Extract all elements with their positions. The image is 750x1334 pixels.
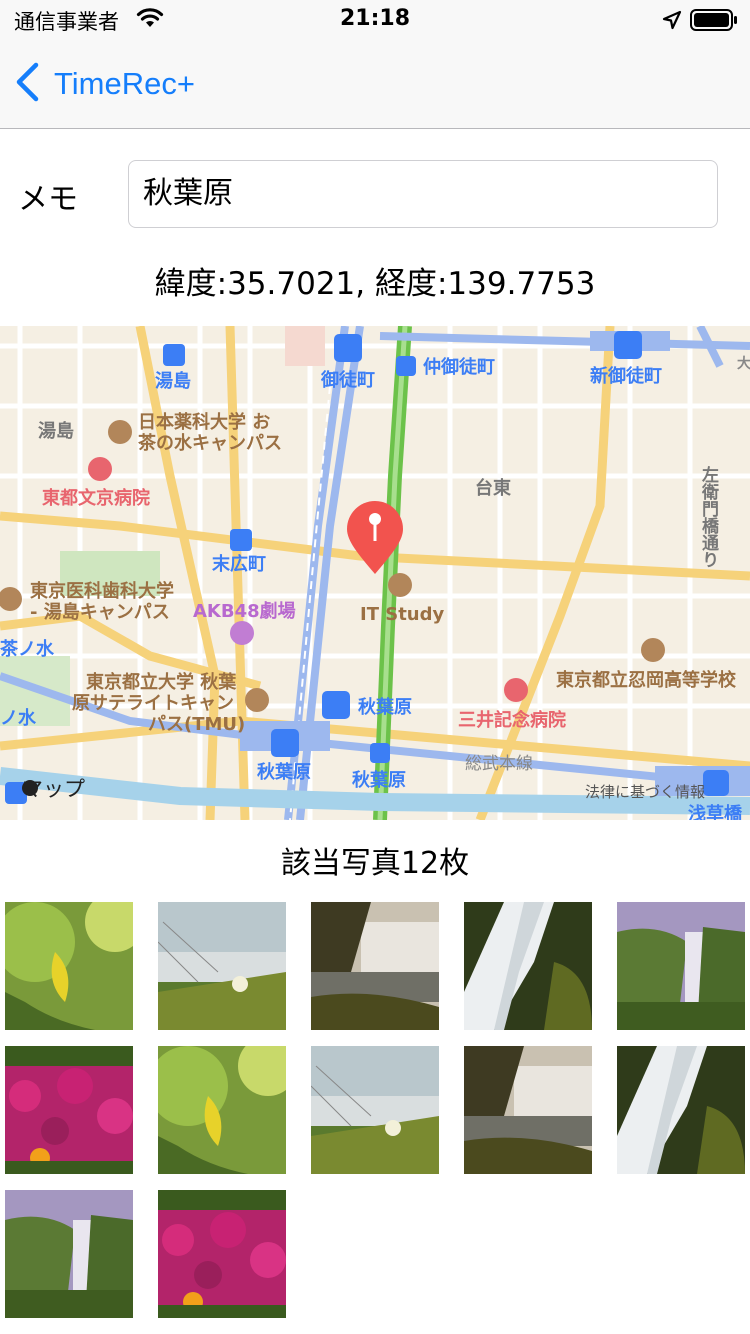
school-icon [641,638,665,662]
map-label: IT Study [360,604,445,625]
map-view[interactable]: 湯島 湯島 御徒町 仲御徒町 新御徒町 日本薬科大学 お 茶の水キャンパス 東都… [0,326,750,820]
back-button[interactable]: TimeRec+ [14,62,195,106]
station-icon [614,331,642,359]
map-label: 左衛門橋通り [698,465,720,568]
station-icon [322,691,350,719]
school-icon [245,688,269,712]
legal-link[interactable]: 法律に基づく情報 [585,783,705,801]
station-icon [370,743,390,763]
map-label: 末広町 [212,553,266,575]
chevron-left-icon [14,62,40,106]
photo-thumbnail[interactable] [617,902,745,1030]
photo-thumbnail[interactable] [158,1190,286,1318]
music-icon [230,621,254,645]
map-label: 秋葉原 [257,761,311,783]
location-arrow-icon [662,10,682,34]
school-icon [108,420,132,444]
battery-icon [690,9,738,35]
memo-input[interactable]: 秋葉原 [128,160,718,228]
station-icon [396,356,416,376]
photo-count-label: 該当写真12枚 [280,846,470,881]
station-icon [703,770,729,796]
map-label: 新御徒町 [590,365,662,387]
map-label: 東京医科歯科大学 [30,580,174,602]
map-label: 浅草橋 [688,803,743,820]
clock: 21:18 [339,6,411,31]
memo-label: メモ [18,182,78,217]
map-label: 東京都立忍岡高等学校 [556,669,737,691]
map-label: 秋葉原 [352,769,406,791]
station-icon [163,344,185,366]
photo-thumbnail[interactable] [5,902,133,1030]
photo-thumbnail[interactable] [5,1046,133,1174]
photo-thumbnail[interactable] [464,902,592,1030]
hospital-icon [88,457,112,481]
map-label: 大 [737,355,750,372]
map-label: 東都文京病院 [42,487,150,509]
photo-thumbnail[interactable] [311,1046,439,1174]
map-label: 茶の水キャンパス [138,432,282,454]
coordinates-text: 緯度:35.7021, 経度:139.7753 [154,266,596,302]
photo-thumbnail[interactable] [5,1190,133,1318]
map-label: ノ水 [0,707,37,729]
station-icon [334,334,362,362]
station-icon [271,729,299,757]
status-bar: 通信事業者 21:18 [0,0,750,40]
map-label: 秋葉原 [358,696,412,718]
station-icon [230,529,252,551]
map-label: 仲御徒町 [423,356,495,378]
photo-thumbnail[interactable] [158,1046,286,1174]
map-label: AKB48劇場 [193,601,296,622]
school-icon [388,573,412,597]
back-label: TimeRec+ [54,66,195,101]
map-label: 三井記念病院 [458,709,566,731]
photo-thumbnail[interactable] [464,1046,592,1174]
map-label: 原サテライトキャン [72,693,234,714]
map-label: 御徒町 [320,369,375,391]
map-label: - 湯島キャンパス [30,601,170,623]
map-label: 日本薬科大学 お [138,411,270,433]
hospital-icon [504,678,528,702]
photo-thumbnail[interactable] [158,902,286,1030]
navigation-bar: TimeRec+ [0,40,750,129]
photo-thumbnail[interactable] [311,902,439,1030]
map-label: 湯島 [155,370,191,392]
map-label: 茶ノ水 [0,638,55,660]
map-label: 台東 [475,477,511,499]
apple-logo-icon [22,780,38,796]
map-label: 東京都立大学 秋葉 [86,671,237,693]
map-label: パス(TMU) [148,714,245,735]
map-label: 湯島 [38,420,74,442]
map-label: 総武本線 [465,754,533,774]
photo-thumbnail[interactable] [617,1046,745,1174]
